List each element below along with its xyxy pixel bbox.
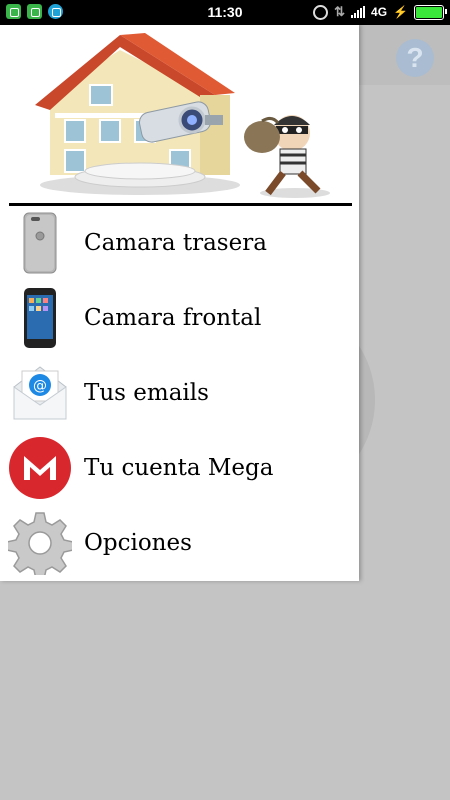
gear-icon [8, 512, 72, 575]
back-phone-icon [23, 212, 57, 274]
battery-icon [414, 4, 447, 20]
drawer-item-back-camera[interactable]: Camara trasera [0, 206, 359, 281]
drawer-item-label: Tus emails [84, 380, 209, 406]
svg-text:@: @ [33, 378, 47, 394]
charging-icon: ⚡ [393, 5, 408, 19]
drawer-item-label: Camara frontal [84, 305, 262, 331]
drawer-item-front-camera[interactable]: Camara frontal [0, 281, 359, 356]
drawer-item-label: Camara trasera [84, 230, 267, 256]
drawer-item-emails[interactable]: @ Tus emails [0, 356, 359, 431]
system-icons: ⇅ 4G ⚡ [313, 4, 447, 20]
drawer-item-mega-account[interactable]: Tu cuenta Mega [0, 431, 359, 506]
mega-logo-icon [9, 437, 71, 499]
network-type: 4G [371, 5, 388, 19]
help-button[interactable]: ? [396, 39, 434, 77]
data-transfer-icon: ⇅ [334, 4, 346, 19]
front-phone-icon [24, 288, 56, 348]
email-envelope-icon: @ [13, 366, 67, 420]
drawer-item-label: Tu cuenta Mega [84, 455, 274, 481]
house-security-thief-banner [35, 33, 330, 198]
status-bar: 11:30 ⇅ 4G ⚡ [0, 0, 450, 25]
navigation-drawer: Camara trasera Camara frontal @ Tus emai… [0, 25, 359, 581]
drawer-item-label: Opciones [84, 530, 192, 556]
alarm-icon [313, 4, 329, 20]
signal-strength-icon [351, 6, 366, 18]
drawer-item-options[interactable]: Opciones [0, 506, 359, 581]
